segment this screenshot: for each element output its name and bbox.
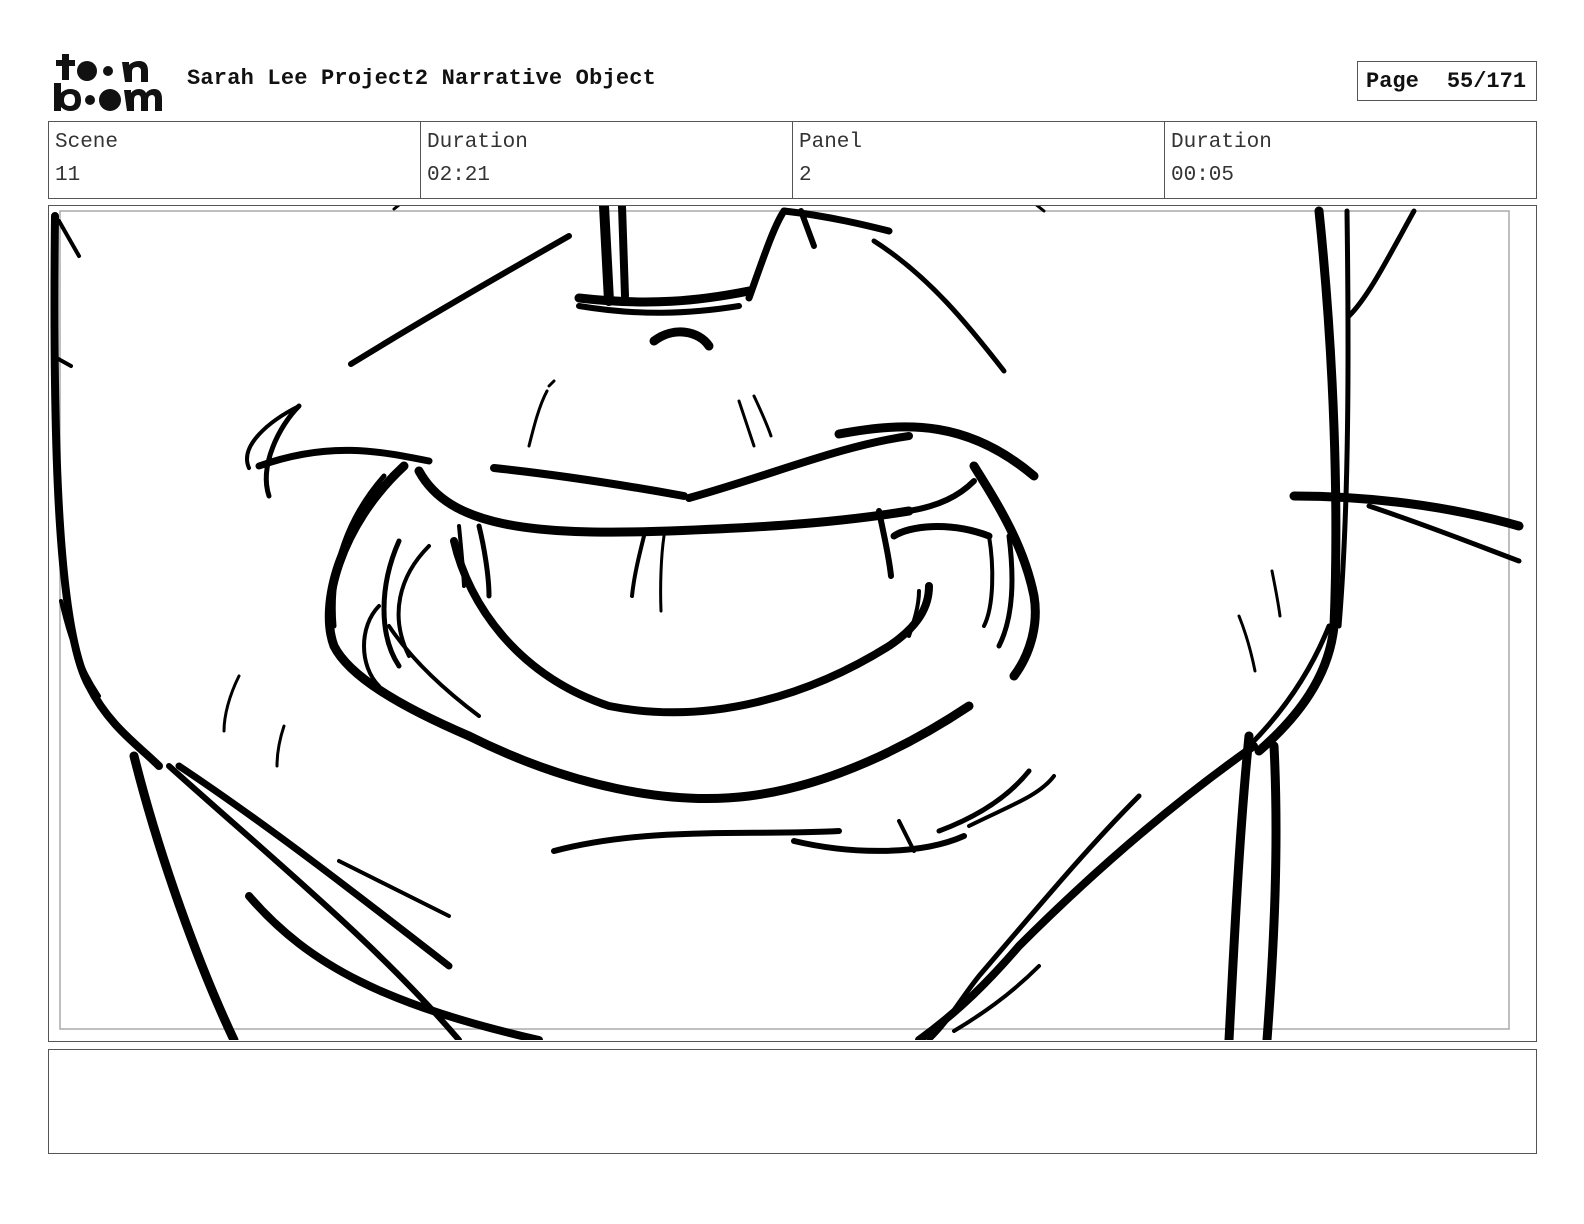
page-number: 55/171	[1446, 68, 1527, 94]
panel-duration-label: Duration	[1171, 131, 1272, 154]
scene-value: 11	[55, 164, 81, 187]
page-label: Page	[1366, 68, 1419, 94]
scene-duration-cell: Duration 02:21	[421, 122, 793, 198]
scene-duration-value: 02:21	[427, 164, 491, 187]
scene-cell: Scene 11	[49, 122, 421, 198]
panel-duration-cell: Duration 00:05	[1165, 122, 1536, 198]
project-title: Sarah Lee Project2 Narrative Object	[187, 66, 657, 91]
toon-boom-logo	[54, 54, 162, 111]
panel-value: 2	[799, 164, 812, 187]
sketch-closeup-grin-icon	[50, 206, 1524, 1040]
panel-info-table: Scene 11 Duration 02:21 Panel 2 Duration…	[48, 121, 1537, 199]
scene-label: Scene	[55, 131, 119, 154]
panel-cell: Panel 2	[793, 122, 1165, 198]
panel-notes[interactable]	[48, 1049, 1537, 1154]
scene-duration-label: Duration	[427, 131, 528, 154]
panel-duration-value: 00:05	[1171, 164, 1235, 187]
storyboard-panel[interactable]	[48, 205, 1537, 1042]
panel-label: Panel	[799, 131, 863, 154]
page-indicator: Page 55/171	[1357, 61, 1537, 101]
